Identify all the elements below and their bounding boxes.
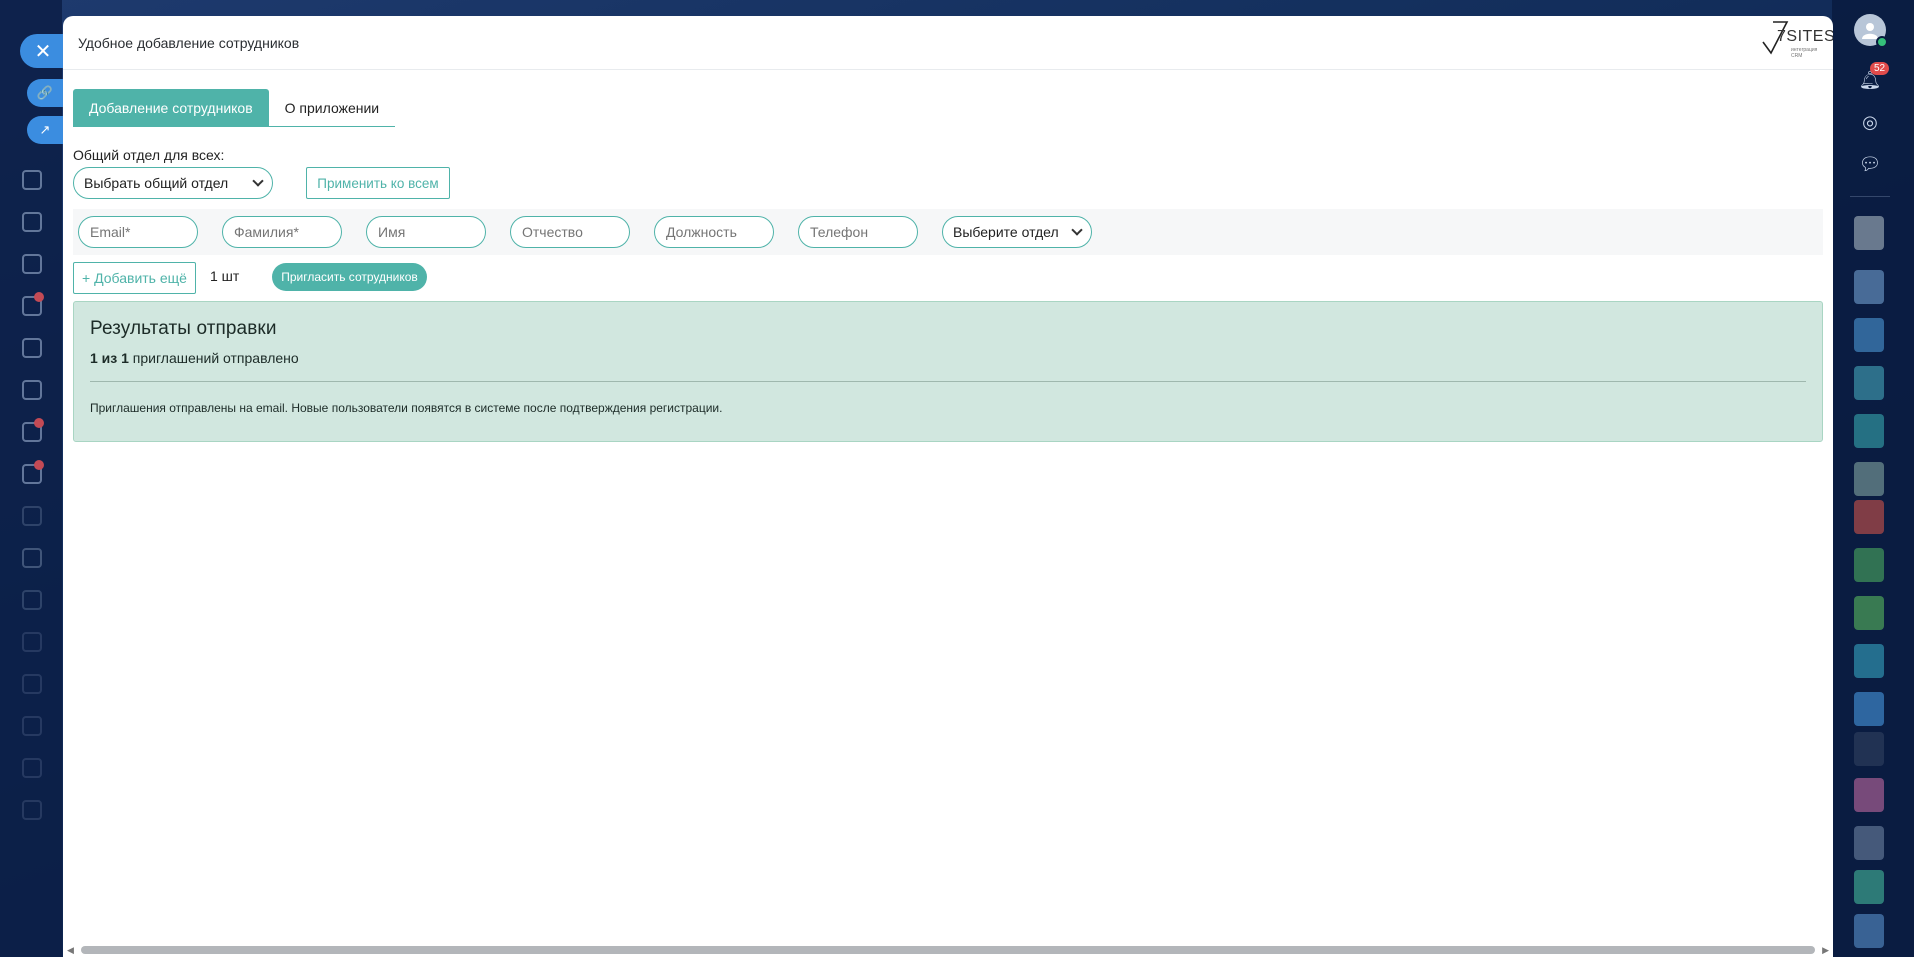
- sidebar-item-icon: [22, 758, 42, 778]
- tab-about-app[interactable]: О приложении: [268, 89, 396, 127]
- chevron-down-icon: [1071, 224, 1083, 236]
- contact-tile[interactable]: [1854, 216, 1884, 250]
- scrollbar-thumb[interactable]: [81, 946, 1815, 954]
- sidebar-item-icon: [22, 716, 42, 736]
- copy-link-button[interactable]: 🔗: [27, 79, 63, 107]
- results-message: Приглашения отправлены на email. Новые п…: [90, 401, 723, 415]
- external-link-icon: ↗: [39, 122, 51, 137]
- add-more-button[interactable]: + Добавить ещё: [73, 262, 196, 294]
- fingerprint-icon[interactable]: ◎: [1858, 110, 1882, 134]
- contact-tile[interactable]: [1854, 826, 1884, 860]
- sidebar-divider: [1850, 196, 1890, 197]
- rows-count: 1 шт: [210, 268, 240, 284]
- sidebar-flow-icon: [22, 338, 42, 358]
- contact-tile[interactable]: [1854, 778, 1884, 812]
- contact-tile[interactable]: [1854, 318, 1884, 352]
- online-status-dot: [1876, 36, 1888, 48]
- sidebar-badge: [34, 292, 44, 302]
- contact-tile[interactable]: [1854, 548, 1884, 582]
- contact-tile[interactable]: [1854, 596, 1884, 630]
- contact-tile[interactable]: [1854, 692, 1884, 726]
- sidebar-item-icon: [22, 632, 42, 652]
- email-field[interactable]: [78, 216, 198, 248]
- results-count-text: приглашений отправлено: [128, 350, 299, 366]
- sidebar-target-icon: [22, 212, 42, 232]
- chat-icon[interactable]: 💬︎: [1858, 152, 1882, 176]
- brand-tagline: интеграция CRM: [1791, 47, 1818, 59]
- scroll-left-icon[interactable]: ◀: [67, 945, 74, 956]
- results-count: 1 из 1 приглашений отправлено: [90, 350, 1806, 366]
- notifications-badge: 52: [1870, 62, 1890, 75]
- contact-tile[interactable]: [1854, 414, 1884, 448]
- patronymic-field[interactable]: [510, 216, 630, 248]
- contact-tile[interactable]: [1854, 462, 1884, 496]
- common-department-select[interactable]: Выбрать общий отдел: [73, 167, 273, 199]
- results-divider: [90, 381, 1806, 382]
- scroll-right-icon[interactable]: ▶: [1822, 945, 1829, 956]
- modal-title: Удобное добавление сотрудников: [78, 34, 300, 51]
- results-title: Результаты отправки: [90, 318, 277, 339]
- modal-header: Удобное добавление сотрудников 7SITES ин…: [63, 16, 1833, 70]
- invite-employees-button[interactable]: Пригласить сотрудников: [272, 263, 427, 291]
- close-icon: ✕: [34, 40, 52, 63]
- tab-bar: Добавление сотрудников О приложении: [73, 89, 396, 127]
- firstname-field[interactable]: [366, 216, 486, 248]
- contact-tile[interactable]: [1854, 870, 1884, 904]
- sidebar-item-icon: [22, 674, 42, 694]
- apply-to-all-button[interactable]: Применить ко всем: [306, 167, 450, 199]
- sidebar-building-icon: [22, 170, 42, 190]
- user-avatar-icon: [1862, 23, 1878, 39]
- contact-tile[interactable]: [1854, 644, 1884, 678]
- tab-add-employees[interactable]: Добавление сотрудников: [73, 89, 269, 127]
- sidebar-market-icon: [22, 548, 42, 568]
- brand-name: 7SITES: [1777, 28, 1833, 45]
- common-department-label: Общий отдел для всех:: [73, 147, 225, 163]
- contact-tile[interactable]: [1854, 366, 1884, 400]
- employee-row: Выберите отдел: [73, 209, 1823, 255]
- contact-tile[interactable]: [1854, 270, 1884, 304]
- sidebar-chart-icon: [22, 380, 42, 400]
- sidebar-badge: [34, 418, 44, 428]
- right-sidebar: 🔔︎ 52 ◎ 💬︎: [1832, 0, 1914, 957]
- lastname-field[interactable]: [222, 216, 342, 248]
- phone-field[interactable]: [798, 216, 918, 248]
- department-select-value: Выберите отдел: [953, 224, 1059, 240]
- sidebar-cart-icon: [22, 254, 42, 274]
- close-slider-button[interactable]: ✕: [20, 34, 66, 68]
- results-count-value: 1 из 1: [90, 350, 129, 366]
- contact-tile[interactable]: [1854, 500, 1884, 534]
- brand-logo: 7SITES интеграция CRM: [1761, 20, 1833, 59]
- app-modal: Удобное добавление сотрудников 7SITES ин…: [63, 16, 1833, 957]
- contact-tile[interactable]: [1854, 914, 1884, 948]
- horizontal-scrollbar[interactable]: ◀ ▶: [63, 941, 1833, 957]
- sidebar-box-icon: [22, 506, 42, 526]
- contact-tile[interactable]: [1854, 732, 1884, 766]
- department-select[interactable]: Выберите отдел: [942, 216, 1092, 248]
- link-icon: 🔗: [36, 85, 54, 100]
- open-new-window-button[interactable]: ↗: [27, 116, 63, 144]
- common-department-value: Выбрать общий отдел: [84, 175, 229, 191]
- sidebar-code-icon: [22, 590, 42, 610]
- user-avatar[interactable]: [1854, 14, 1888, 48]
- send-results-panel: Результаты отправки 1 из 1 приглашений о…: [73, 301, 1823, 442]
- sidebar-badge: [34, 460, 44, 470]
- sidebar-item-icon: [22, 800, 42, 820]
- position-field[interactable]: [654, 216, 774, 248]
- chevron-down-icon: [252, 175, 264, 187]
